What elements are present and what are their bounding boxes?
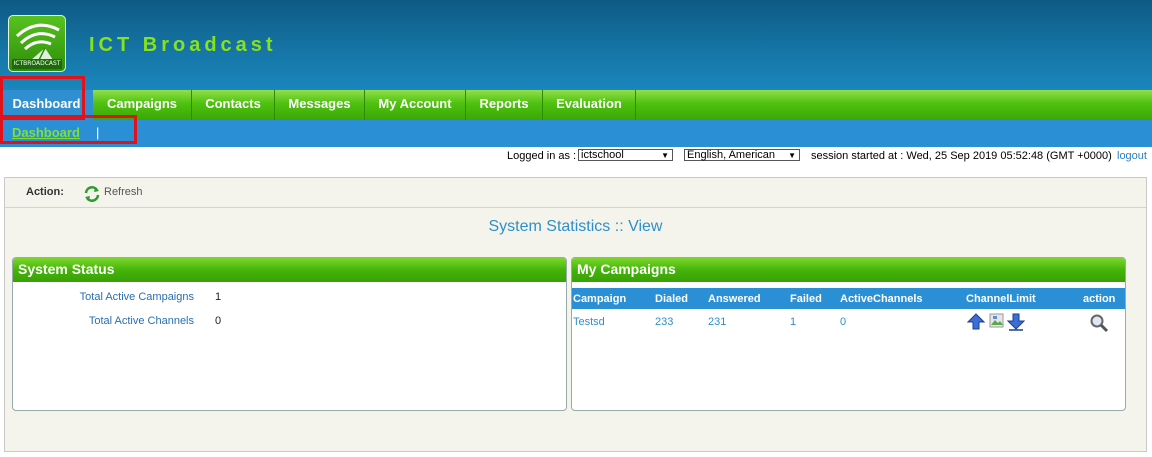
arrow-down-icon[interactable] xyxy=(1007,313,1025,331)
action-label: Action: xyxy=(26,186,64,198)
logged-in-label: Logged in as : xyxy=(507,150,577,162)
nav-reports[interactable]: Reports xyxy=(466,90,543,120)
user-select[interactable]: ictschool ▼ xyxy=(578,149,673,161)
table-row: Testsd 233 231 1 0 xyxy=(572,311,1125,333)
session-info: session started at : Wed, 25 Sep 2019 05… xyxy=(811,150,1112,162)
chevron-down-icon: ▼ xyxy=(661,151,669,160)
stat-label-active-campaigns: Total Active Campaigns xyxy=(79,291,194,303)
nav-messages[interactable]: Messages xyxy=(275,90,365,120)
arrow-up-icon[interactable] xyxy=(967,313,985,331)
nav-contacts[interactable]: Contacts xyxy=(192,90,275,120)
system-status-title: System Status xyxy=(13,258,566,282)
campaigns-table-header: Campaign Dialed Answered Failed ActiveCh… xyxy=(572,288,1125,309)
language-select[interactable]: English, American ▼ xyxy=(684,149,800,161)
col-channel-limit[interactable]: ChannelLimit xyxy=(966,293,1036,305)
col-answered[interactable]: Answered xyxy=(708,293,761,305)
my-campaigns-title: My Campaigns xyxy=(572,258,1125,282)
highlight-box-subnav xyxy=(0,115,137,144)
refresh-icon[interactable] xyxy=(83,185,101,203)
magnifier-icon[interactable] xyxy=(1089,313,1109,333)
cell-answered: 231 xyxy=(708,316,727,328)
sub-nav: Dashboard | xyxy=(0,120,1152,147)
app-header: ICTBROADCAST ICT Broadcast xyxy=(0,0,1152,90)
cell-active-channels: 0 xyxy=(840,316,847,328)
nav-my-account[interactable]: My Account xyxy=(365,90,466,120)
stat-value-active-campaigns: 1 xyxy=(215,291,222,303)
main-nav: Dashboard Campaigns Contacts Messages My… xyxy=(0,90,1152,120)
col-campaign[interactable]: Campaign xyxy=(573,293,626,305)
ictbroadcast-logo[interactable]: ICTBROADCAST xyxy=(8,15,66,72)
highlight-box-nav xyxy=(0,76,85,120)
session-bar: Logged in as : ictschool ▼ English, Amer… xyxy=(0,147,1152,165)
logout-link[interactable]: logout xyxy=(1117,150,1147,162)
col-failed[interactable]: Failed xyxy=(790,293,822,305)
cell-campaign[interactable]: Testsd xyxy=(573,316,605,328)
refresh-button[interactable]: Refresh xyxy=(104,186,143,198)
my-campaigns-panel: My Campaigns Campaign Dialed Answered Fa… xyxy=(571,257,1126,411)
brand-title: ICT Broadcast xyxy=(89,34,277,56)
broken-image-icon[interactable] xyxy=(989,313,1005,329)
page-title: System Statistics :: View xyxy=(488,218,663,235)
col-action: action xyxy=(1083,293,1116,305)
main-panel: Action: Refresh System Statistics :: Vie… xyxy=(4,177,1147,452)
chevron-down-icon: ▼ xyxy=(788,151,796,160)
col-active-channels[interactable]: ActiveChannels xyxy=(840,293,923,305)
cell-failed: 1 xyxy=(790,316,797,328)
stat-label-active-channels: Total Active Channels xyxy=(88,315,194,327)
stat-value-active-channels: 0 xyxy=(215,315,222,327)
user-select-value: ictschool xyxy=(581,149,624,161)
nav-evaluation[interactable]: Evaluation xyxy=(543,90,636,120)
logo-text: ICTBROADCAST xyxy=(12,59,62,69)
language-select-value: English, American xyxy=(687,149,776,161)
col-dialed[interactable]: Dialed xyxy=(655,293,688,305)
action-bar: Action: Refresh xyxy=(5,178,1146,208)
cell-dialed: 233 xyxy=(655,316,674,328)
system-status-panel: System Status Total Active Campaigns 1 T… xyxy=(12,257,567,411)
